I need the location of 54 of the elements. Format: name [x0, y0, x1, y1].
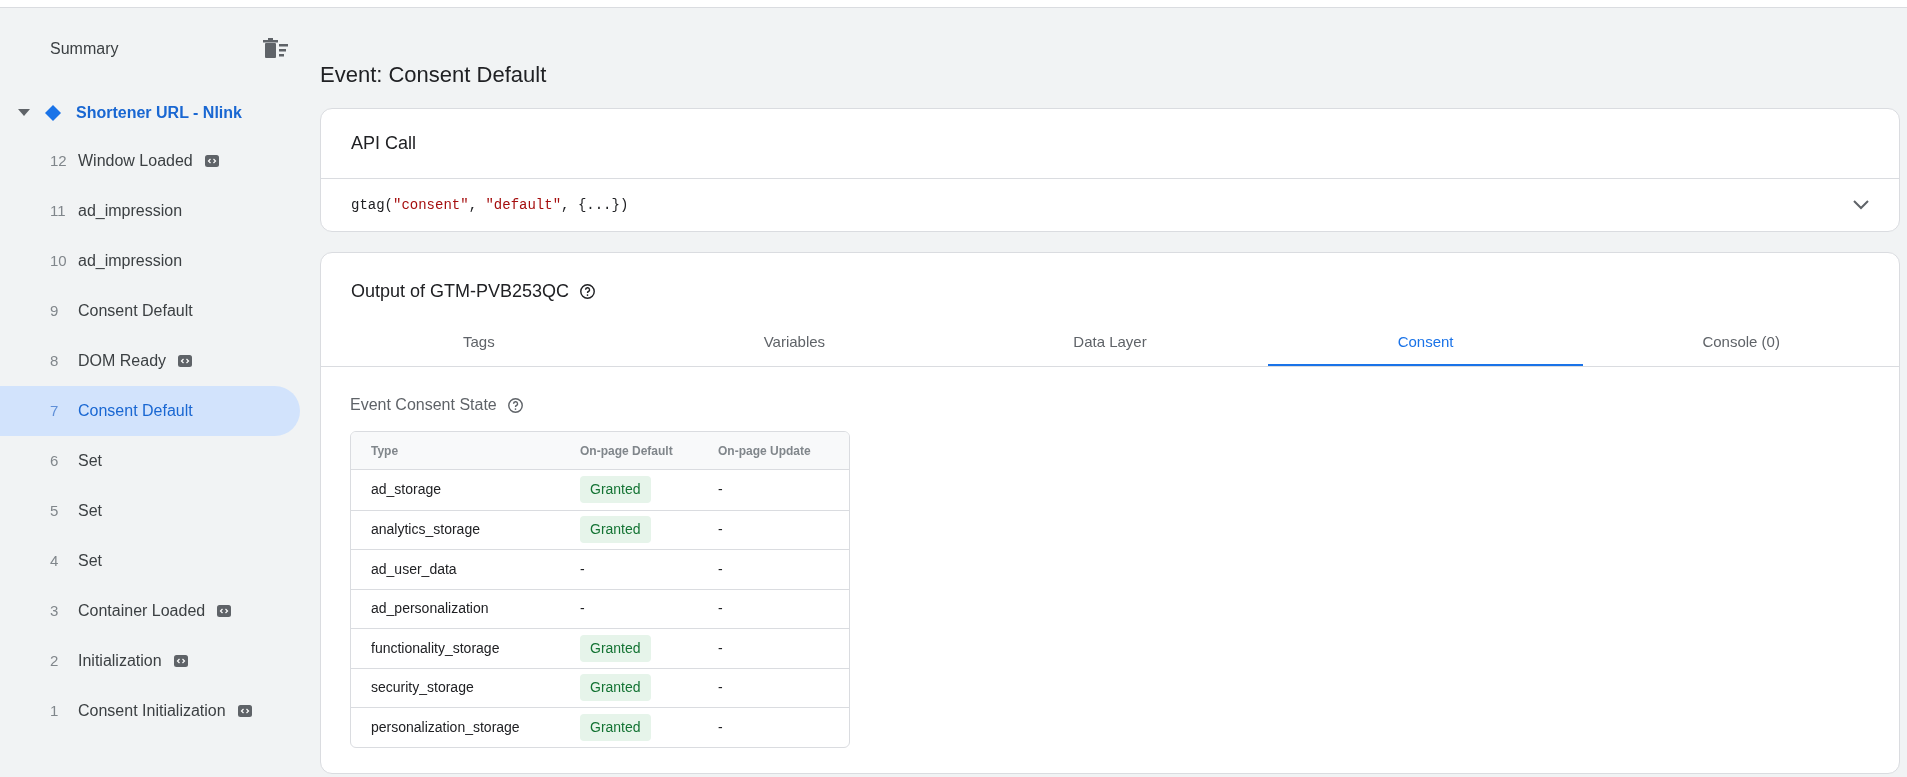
table-cell-text: -: [718, 559, 723, 579]
tab[interactable]: Variables: [636, 317, 953, 366]
page-title: Event: Consent Default: [320, 60, 548, 89]
table-cell-text: functionality_storage: [371, 638, 501, 658]
table-cell-text: personalization_storage: [371, 717, 521, 737]
table-cell-text: -: [718, 599, 723, 619]
event-item[interactable]: 6 Set: [0, 436, 300, 486]
column-header: Type: [370, 442, 400, 460]
table-cell-text: -: [718, 480, 723, 500]
clear-list-icon[interactable]: [262, 38, 290, 60]
status-badge: Granted: [580, 634, 651, 662]
table-cell-text: ad_storage: [371, 480, 443, 500]
sidebar-title: Summary: [50, 39, 119, 59]
event-item[interactable]: 5 Set: [0, 486, 300, 536]
tab[interactable]: Data Layer: [952, 317, 1268, 366]
status-badge: Granted: [580, 476, 651, 504]
event-item[interactable]: 8 DOM Ready: [0, 336, 300, 386]
event-item[interactable]: 3 Container Loaded: [0, 586, 300, 636]
table-cell-text: -: [718, 717, 723, 737]
event-item[interactable]: 10 ad_impression: [0, 236, 300, 286]
table-cell-text: -: [718, 638, 723, 658]
code-line: gtag("consent", "default", {...}): [351, 195, 629, 215]
help-icon[interactable]: [579, 282, 597, 300]
event-item[interactable]: 2 Initialization: [0, 636, 300, 686]
table-cell-text: analytics_storage: [371, 520, 481, 540]
status-badge: Granted: [580, 674, 651, 702]
event-item[interactable]: 4 Set: [0, 536, 300, 586]
column-header: On-page Update: [718, 442, 811, 460]
event-item[interactable]: 1 Consent Initialization: [0, 686, 300, 736]
container-name[interactable]: Shortener URL - Nlink: [76, 101, 242, 125]
caret-icon[interactable]: [18, 109, 30, 117]
table-cell: -: [580, 600, 585, 617]
table-cell-text: security_storage: [371, 678, 475, 698]
table-cell: -: [580, 560, 585, 577]
tab[interactable]: Tags: [321, 317, 637, 366]
table-cell-text: -: [718, 520, 723, 540]
event-item[interactable]: 11 ad_impression: [0, 186, 300, 236]
table-cell-text: ad_user_data: [371, 559, 458, 579]
column-header: On-page Default: [580, 442, 674, 460]
help-icon[interactable]: [506, 396, 524, 414]
tab[interactable]: Console (0): [1583, 317, 1899, 366]
tab[interactable]: Consent: [1267, 317, 1584, 366]
section-title: Event Consent State: [350, 395, 497, 415]
card-title: API Call: [351, 132, 417, 155]
table-cell-text: -: [718, 678, 723, 698]
event-item[interactable]: 9 Consent Default: [0, 286, 300, 336]
diamond-icon: [44, 104, 62, 122]
event-item[interactable]: 7 Consent Default: [0, 386, 300, 436]
chevron-icon[interactable]: [1853, 200, 1869, 210]
table-cell-text: ad_personalization: [371, 599, 490, 619]
card-title: Output of GTM-PVB253QC: [351, 279, 570, 303]
status-badge: Granted: [580, 713, 651, 741]
status-badge: Granted: [580, 516, 651, 544]
event-item[interactable]: 12 Window Loaded: [0, 136, 300, 186]
